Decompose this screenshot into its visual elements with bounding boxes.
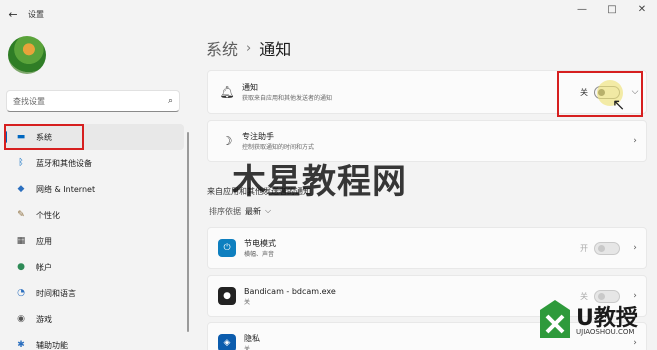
watermark-text: 木星教程网 — [232, 162, 407, 202]
sidebar-item-label: 帐户 — [36, 262, 52, 272]
sidebar-item[interactable]: ◔ 时间和语言 — [4, 280, 184, 306]
app-title: 设置 — [28, 9, 44, 19]
focus-assist-title: 专注助手 — [242, 131, 274, 141]
clock-icon: ◔ — [17, 288, 25, 298]
bandicam-icon: ● — [218, 287, 236, 305]
moon-icon: ☽ — [221, 134, 233, 148]
chevron-down-icon: ⌵ — [265, 206, 272, 215]
shield-icon: ◈ — [218, 334, 236, 350]
apps-icon: ▦ — [16, 236, 26, 246]
accessibility-icon: ✱ — [17, 340, 25, 350]
gamepad-icon: ◉ — [17, 314, 25, 324]
sidebar-item[interactable]: ✱ 辅助功能 — [4, 332, 184, 350]
close-button[interactable]: ✕ — [627, 0, 657, 22]
focus-assist-text: 专注助手 控制获取通知的时间和方式 — [242, 131, 624, 152]
page-title: 通知 — [259, 40, 292, 59]
breadcrumb-parent[interactable]: 系统 — [206, 36, 238, 60]
notifications-desc: 获取来自应用和其他发送者的通知 — [242, 94, 333, 102]
app-name: Bandicam - bdcam.exe — [244, 286, 336, 296]
focus-assist-desc: 控制获取通知的时间和方式 — [242, 143, 315, 151]
app-sub: 横幅、声音 — [244, 250, 275, 258]
sidebar-item-label: 蓝牙和其他设备 — [36, 158, 92, 168]
breadcrumb-separator: › — [246, 40, 252, 56]
search-input[interactable]: 查找设置 ⌕ — [6, 90, 180, 112]
sidebar-item[interactable]: ● 帐户 — [4, 254, 184, 280]
sidebar-item[interactable]: ✎ 个性化 — [4, 202, 184, 228]
wifi-icon: ◆ — [17, 184, 25, 194]
sidebar-item-label: 辅助功能 — [36, 340, 68, 350]
pen-icon: ✎ — [17, 210, 25, 220]
app-text: 节电模式 横幅、声音 — [244, 238, 580, 259]
sidebar-item-label: 游戏 — [36, 314, 52, 324]
chevron-right-icon[interactable]: › — [624, 136, 646, 146]
logo-mark-icon — [540, 300, 570, 338]
app-sub: 关 — [244, 298, 251, 306]
app-text: Bandicam - bdcam.exe 关 — [244, 286, 580, 307]
app-state: 开 — [580, 243, 588, 253]
sort-dropdown[interactable]: 排序依据 最新 ⌵ — [209, 206, 271, 217]
sidebar-nav: ▬ 系统 ᛒ 蓝牙和其他设备 ◆ 网络 & Internet ✎ 个性化 ▦ 应用 ● 帐户 ◔ 时间和语… — [4, 124, 184, 350]
window-controls: — □ ✕ — [567, 0, 657, 22]
sidebar-item[interactable]: ▦ 应用 — [4, 228, 184, 254]
sidebar-item[interactable]: ◉ 游戏 — [4, 306, 184, 332]
bell-icon: 🔔︎ — [219, 85, 235, 99]
chevron-right-icon[interactable]: › — [624, 243, 646, 253]
sidebar-item-label: 时间和语言 — [36, 288, 76, 298]
back-button[interactable]: ← — [2, 8, 24, 21]
avatar[interactable] — [8, 36, 46, 74]
sidebar: 查找设置 ⌕ ▬ 系统 ᛒ 蓝牙和其他设备 ◆ 网络 & Internet ✎ 个性化 ▦ 应用 ●… — [0, 28, 190, 350]
bluetooth-icon: ᛒ — [18, 158, 24, 168]
sort-label: 排序依据 — [209, 207, 241, 216]
battery-saver-icon: ⏻ — [218, 239, 236, 257]
watermark-logo: U教授 UJIAOSHOU.COM — [534, 298, 654, 348]
maximize-button[interactable]: □ — [597, 0, 627, 22]
app-toggle[interactable] — [594, 241, 620, 255]
sort-value: 最新 — [245, 207, 261, 216]
sidebar-item[interactable]: ᛒ 蓝牙和其他设备 — [4, 150, 184, 176]
highlight-toggle — [557, 71, 643, 117]
sidebar-item-label: 应用 — [36, 236, 52, 246]
search-icon[interactable]: ⌕ — [168, 96, 173, 106]
sidebar-item-label: 网络 & Internet — [36, 184, 96, 194]
highlight-system — [4, 124, 84, 150]
minimize-button[interactable]: — — [567, 0, 597, 22]
notifications-title: 通知 — [242, 82, 258, 92]
search-placeholder: 查找设置 — [13, 96, 45, 106]
app-notification-card[interactable]: ⏻ 节电模式 横幅、声音开 › — [207, 227, 647, 269]
app-name: 节电模式 — [244, 238, 276, 248]
person-icon: ● — [17, 262, 25, 272]
breadcrumb: 系统 › 通知 — [206, 36, 291, 60]
title-bar: ← 设置 — □ ✕ — [0, 0, 657, 28]
watermark-logo-url: UJIAOSHOU.COM — [576, 328, 635, 336]
sidebar-item[interactable]: ◆ 网络 & Internet — [4, 176, 184, 202]
sidebar-scrollbar[interactable] — [187, 132, 189, 332]
notifications-text: 通知 获取来自应用和其他发送者的通知 — [242, 82, 580, 103]
sidebar-item-label: 个性化 — [36, 210, 60, 220]
